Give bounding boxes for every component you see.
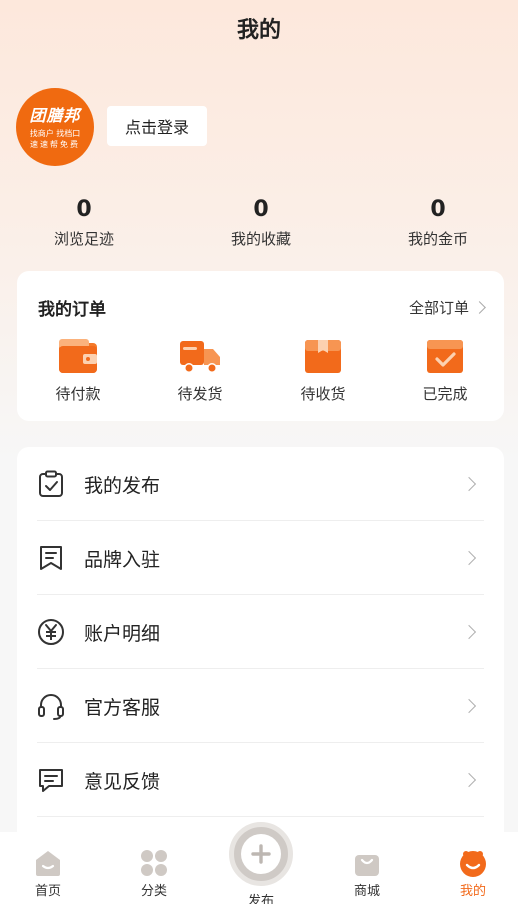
all-orders-label: 全部订单 (408, 299, 469, 317)
package-icon (305, 340, 341, 373)
category-icon (141, 850, 167, 876)
tab-label: 我的 (459, 884, 486, 899)
tab-publish-label[interactable]: 发布 (226, 890, 296, 904)
tab-label: 分类 (140, 884, 167, 899)
stat-value: 0 (253, 197, 269, 222)
menu-item-label: 账户明细 (84, 623, 161, 645)
order-completed[interactable]: 已完成 (400, 337, 490, 404)
page-title: 我的 (236, 18, 281, 43)
stat-footprints[interactable]: 0 浏览足迹 (19, 196, 149, 249)
logo-text: 团膳邦 (29, 106, 81, 125)
completed-box-icon (427, 340, 463, 373)
stat-coins[interactable]: 0 我的金币 (373, 196, 503, 249)
stat-favorites[interactable]: 0 我的收藏 (196, 196, 326, 249)
avatar[interactable]: 团膳邦 找商户 找档口 速速帮免费 (16, 88, 94, 166)
shop-bag-icon (355, 855, 379, 876)
tab-mine[interactable]: 我的 (438, 848, 508, 899)
bookmark-icon (40, 546, 62, 570)
menu-item-feedback[interactable]: 意见反馈 (37, 743, 484, 817)
menu-item-my-posts[interactable]: 我的发布 (37, 447, 484, 521)
publish-button[interactable] (229, 822, 293, 886)
tab-label: 首页 (34, 884, 61, 899)
chevron-right-icon (461, 772, 477, 788)
stat-label: 我的收藏 (230, 230, 291, 248)
menu-list: 我的发布 品牌入驻 账户明细 官方客服 意见反馈 (17, 447, 504, 847)
menu-item-label: 意见反馈 (84, 771, 161, 793)
orders-card: 我的订单 全部订单 待付款 待发货 待收货 已完成 (17, 271, 504, 421)
order-pending-payment[interactable]: 待付款 (33, 337, 123, 404)
chevron-right-icon (473, 301, 486, 314)
home-icon (36, 851, 60, 876)
chevron-right-icon (461, 476, 477, 492)
stat-label: 我的金币 (407, 230, 468, 248)
order-pending-receipt[interactable]: 待收货 (278, 337, 368, 404)
chevron-right-icon (461, 550, 477, 566)
headset-icon (38, 694, 64, 720)
clipboard-check-icon (39, 470, 63, 497)
orders-title: 我的订单 (38, 300, 106, 320)
menu-item-label: 品牌入驻 (84, 549, 161, 571)
profile-page: 我的 团膳邦 找商户 找档口 速速帮免费 点击登录 0 浏览足迹 0 我的收藏 … (0, 0, 518, 904)
order-label: 待收货 (300, 385, 346, 403)
plus-icon (251, 844, 271, 864)
menu-item-label: 官方客服 (84, 697, 161, 719)
order-label: 待发货 (177, 385, 223, 403)
menu-item-account-details[interactable]: 账户明细 (37, 595, 484, 669)
menu-item-label: 我的发布 (84, 475, 161, 497)
logo-slogan-2: 速速帮免费 (30, 140, 80, 149)
order-pending-shipment[interactable]: 待发货 (155, 337, 245, 404)
tab-category[interactable]: 分类 (119, 848, 189, 899)
wallet-icon (59, 339, 97, 373)
yuan-icon (38, 619, 64, 645)
tab-shop[interactable]: 商城 (332, 848, 402, 899)
stat-value: 0 (430, 197, 446, 222)
chevron-right-icon (461, 624, 477, 640)
all-orders-link[interactable]: 全部订单 (408, 297, 486, 318)
stat-label: 浏览足迹 (53, 230, 114, 248)
login-button[interactable]: 点击登录 (107, 106, 207, 146)
stat-value: 0 (76, 197, 92, 222)
profile-face-icon (460, 851, 486, 877)
chevron-right-icon (461, 698, 477, 714)
tab-home[interactable]: 首页 (13, 848, 83, 899)
order-label: 待付款 (55, 385, 101, 403)
tab-label: 商城 (353, 884, 380, 899)
plus-icon-background (241, 834, 281, 874)
logo-slogan-1: 找商户 找档口 (29, 129, 81, 138)
menu-item-brand-settle[interactable]: 品牌入驻 (37, 521, 484, 595)
truck-icon (180, 341, 220, 373)
order-label: 已完成 (422, 385, 468, 403)
menu-item-customer-service[interactable]: 官方客服 (37, 669, 484, 743)
chat-icon (39, 769, 63, 792)
